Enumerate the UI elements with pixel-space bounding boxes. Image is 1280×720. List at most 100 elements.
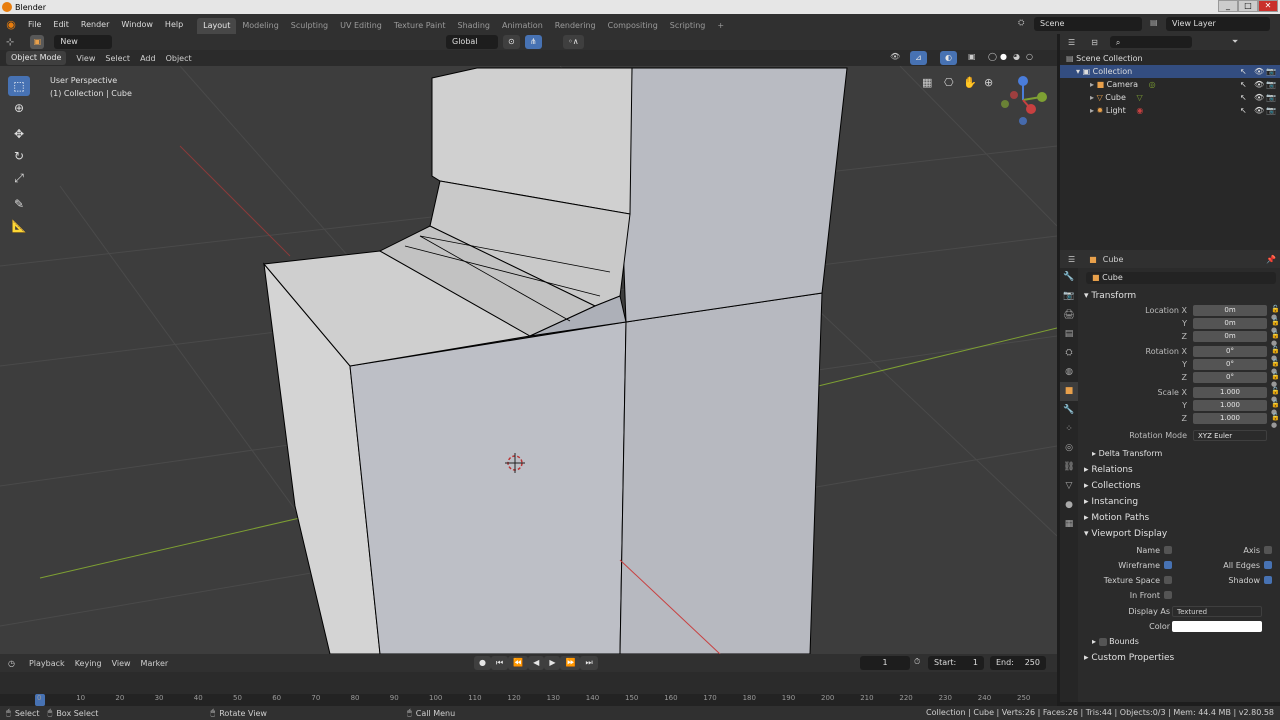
- physics-tab-icon[interactable]: ◎: [1060, 439, 1078, 458]
- scene-collection-row[interactable]: ▤ Scene Collection: [1060, 52, 1280, 65]
- start-frame-field[interactable]: Start: 1: [928, 656, 984, 670]
- object-mode-dropdown[interactable]: Object Mode: [6, 51, 67, 65]
- menu-select[interactable]: Select: [105, 54, 130, 63]
- scene-tab-icon[interactable]: ⛭: [1060, 344, 1078, 363]
- tool-tab-icon[interactable]: 🔧: [1060, 268, 1078, 287]
- view-layer-tab-icon[interactable]: ▤: [1060, 325, 1078, 344]
- tab-rendering[interactable]: Rendering: [549, 18, 602, 34]
- add-workspace-button[interactable]: +: [711, 18, 730, 34]
- wireframe-shading-icon[interactable]: ◯: [988, 52, 997, 61]
- timeline-ruler[interactable]: 0 10 20 30 40 50 60 70 80 90 100 110 120 130 140 150 160…: [0, 694, 1057, 706]
- view-layer-selector[interactable]: View Layer: [1166, 17, 1270, 31]
- expand-arrow-icon[interactable]: ▸: [1090, 93, 1094, 102]
- custom-properties-panel-header[interactable]: ▸ Custom Properties: [1080, 650, 1280, 666]
- render-tab-icon[interactable]: 📷: [1060, 287, 1078, 306]
- axis-checkbox[interactable]: [1264, 546, 1272, 554]
- render-toggle-icon[interactable]: 📷: [1266, 65, 1276, 78]
- visibility-icon[interactable]: 👁: [890, 52, 900, 61]
- clock-icon[interactable]: ⏱: [914, 657, 920, 667]
- scale-tool-icon[interactable]: ⤢: [8, 168, 30, 188]
- tab-animation[interactable]: Animation: [496, 18, 549, 34]
- play-reverse-icon[interactable]: ◀: [528, 656, 545, 670]
- menu-object[interactable]: Object: [166, 54, 192, 63]
- solid-shading-icon[interactable]: ●: [1000, 52, 1007, 61]
- menu-window[interactable]: Window: [115, 20, 159, 29]
- end-frame-field[interactable]: End: 250: [990, 656, 1046, 670]
- scene-selector[interactable]: Scene: [1034, 17, 1142, 31]
- menu-keying[interactable]: Keying: [75, 659, 102, 668]
- tab-shading[interactable]: Shading: [451, 18, 496, 34]
- delta-transform-header[interactable]: ▸ Delta Transform: [1080, 446, 1280, 462]
- menu-edit[interactable]: Edit: [47, 20, 75, 29]
- wireframe-checkbox[interactable]: [1164, 561, 1172, 569]
- name-checkbox[interactable]: [1164, 546, 1172, 554]
- instancing-panel-header[interactable]: ▸ Instancing: [1080, 494, 1280, 510]
- viewport-canvas[interactable]: [0, 66, 1057, 654]
- rotation-mode-dropdown[interactable]: XYZ Euler: [1193, 430, 1267, 441]
- new-button[interactable]: New: [54, 35, 113, 49]
- data-tab-icon[interactable]: ▽: [1060, 477, 1078, 496]
- camera-view-icon[interactable]: ▦: [922, 76, 932, 89]
- color-swatch[interactable]: [1172, 621, 1262, 632]
- menu-view[interactable]: View: [76, 54, 95, 63]
- minimize-button[interactable]: _: [1218, 0, 1238, 12]
- render-toggle-icon[interactable]: 📷: [1266, 104, 1276, 117]
- orientation-dropdown[interactable]: Global: [446, 35, 498, 49]
- cursor-tool-icon[interactable]: ⊕: [8, 98, 30, 118]
- tab-compositing[interactable]: Compositing: [602, 18, 664, 34]
- camera-icon[interactable]: ⎔: [944, 76, 954, 89]
- tab-texture-paint[interactable]: Texture Paint: [388, 18, 452, 34]
- menu-add[interactable]: Add: [140, 54, 156, 63]
- outliner-item-cube[interactable]: ▸ ▽ Cube ▽ ↖ 👁 📷: [1060, 91, 1280, 104]
- tab-uv-editing[interactable]: UV Editing: [334, 18, 388, 34]
- measure-tool-icon[interactable]: 📐: [8, 216, 30, 236]
- expand-arrow-icon[interactable]: ▸: [1090, 80, 1094, 89]
- current-frame-field[interactable]: 1: [860, 656, 910, 670]
- visibility-toggle-icon[interactable]: 👁: [1254, 65, 1264, 78]
- tab-layout[interactable]: Layout: [197, 18, 237, 34]
- menu-playback[interactable]: Playback: [29, 659, 65, 668]
- select-toggle-icon[interactable]: ↖: [1240, 91, 1247, 104]
- rotation-y-field[interactable]: 0°: [1193, 359, 1267, 370]
- world-tab-icon[interactable]: ◍: [1060, 363, 1078, 382]
- proportional-edit-icon[interactable]: ◦∧: [563, 35, 584, 49]
- navigation-gizmo[interactable]: [1001, 76, 1047, 125]
- bounds-checkbox[interactable]: [1098, 637, 1107, 646]
- play-icon[interactable]: ▶: [544, 656, 561, 670]
- menu-render[interactable]: Render: [75, 20, 115, 29]
- bounds-row[interactable]: ▸ Bounds: [1080, 634, 1280, 650]
- location-y-field[interactable]: 0m: [1193, 318, 1267, 329]
- next-keyframe-icon[interactable]: ⏩: [560, 656, 581, 670]
- visibility-toggle-icon[interactable]: 👁: [1254, 91, 1264, 104]
- prev-keyframe-icon[interactable]: ⏪: [508, 656, 529, 670]
- zoom-icon[interactable]: ⊕: [984, 76, 993, 89]
- render-toggle-icon[interactable]: 📷: [1266, 91, 1276, 104]
- location-x-field[interactable]: 0m: [1193, 305, 1267, 316]
- editor-type-icon[interactable]: ⊹: [6, 37, 14, 48]
- outliner-editor-icon[interactable]: ☰: [1068, 38, 1075, 47]
- timeline-editor-icon[interactable]: ◷: [8, 659, 15, 668]
- menu-marker[interactable]: Marker: [141, 659, 169, 668]
- visibility-toggle-icon[interactable]: 👁: [1254, 78, 1264, 91]
- 3d-viewport[interactable]: ▦ ⎔ ✋ ⊕: [0, 66, 1057, 654]
- lock-icon[interactable]: 🔓 ●: [1271, 413, 1280, 429]
- overlay-icon[interactable]: ◐: [940, 51, 957, 65]
- rotate-tool-icon[interactable]: ↻: [8, 146, 30, 166]
- record-icon[interactable]: ●: [474, 656, 491, 670]
- blender-menu-icon[interactable]: ◉: [0, 18, 22, 31]
- scale-x-field[interactable]: 1.000: [1193, 387, 1267, 398]
- gizmo-icon[interactable]: ⊿: [910, 51, 927, 65]
- select-box-icon[interactable]: ▣: [30, 35, 45, 49]
- object-tab-icon[interactable]: ■: [1060, 382, 1078, 401]
- location-z-field[interactable]: 0m: [1193, 331, 1267, 342]
- scale-y-field[interactable]: 1.000: [1193, 400, 1267, 411]
- motion-paths-panel-header[interactable]: ▸ Motion Paths: [1080, 510, 1280, 526]
- pin-icon[interactable]: 📌: [1266, 255, 1276, 264]
- properties-editor-icon[interactable]: ☰: [1068, 255, 1075, 264]
- material-tab-icon[interactable]: ●: [1060, 496, 1078, 515]
- tab-sculpting[interactable]: Sculpting: [285, 18, 334, 34]
- select-toggle-icon[interactable]: ↖: [1240, 78, 1247, 91]
- close-button[interactable]: ✕: [1258, 0, 1278, 12]
- relations-panel-header[interactable]: ▸ Relations: [1080, 462, 1280, 478]
- xray-icon[interactable]: ▣: [968, 52, 976, 61]
